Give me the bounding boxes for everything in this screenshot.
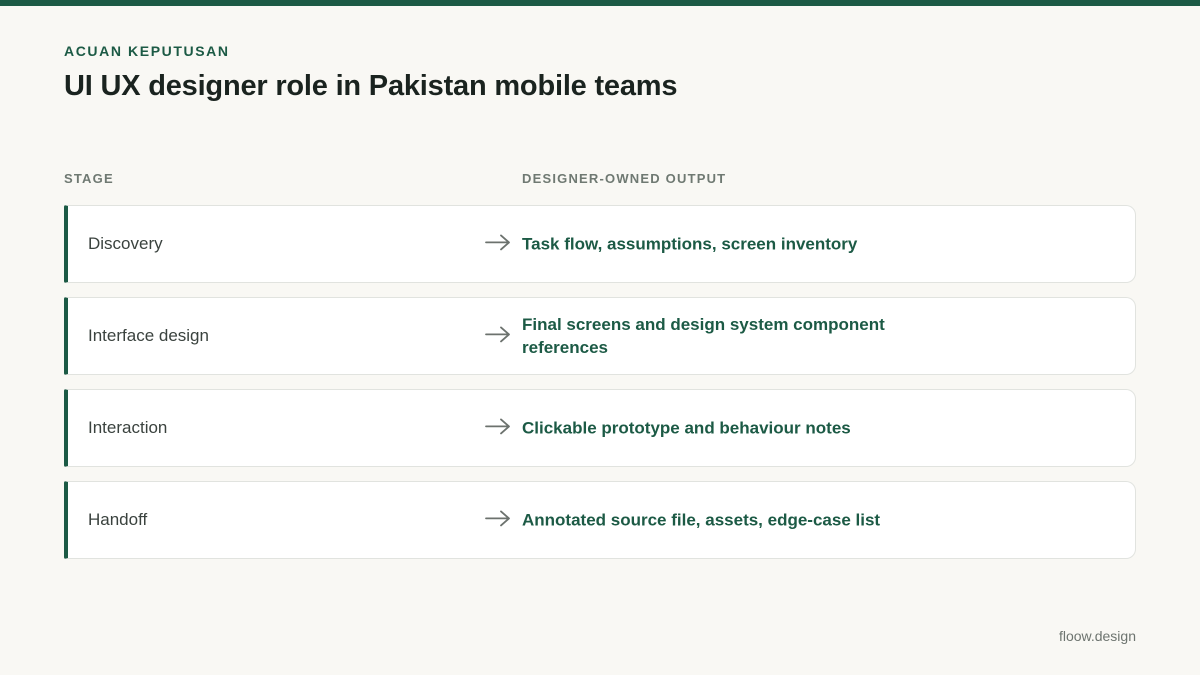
output-text: Annotated source file, assets, edge-case… xyxy=(522,510,881,530)
table-row: Handoff Annotated source file, assets, e… xyxy=(64,481,1136,559)
table-row: Discovery Task flow, assumptions, screen… xyxy=(64,205,1136,283)
output-text: Clickable prototype and behaviour notes xyxy=(522,418,851,438)
stage-table: Discovery Task flow, assumptions, screen… xyxy=(64,205,1136,573)
arrow-right-icon xyxy=(484,324,512,344)
footer-brand: floow.design xyxy=(1058,628,1136,644)
output-text: Final screens and design system componen… xyxy=(522,315,885,357)
page-title: UI UX designer role in Pakistan mobile t… xyxy=(64,70,678,102)
arrow-right-icon xyxy=(484,416,512,436)
stage-label: Interface design xyxy=(88,326,209,345)
arrow-right-icon xyxy=(484,508,512,528)
stage-label: Interaction xyxy=(88,418,168,437)
eyebrow-label: ACUAN KEPUTUSAN xyxy=(64,43,230,59)
table-row: Interface design Final screens and desig… xyxy=(64,297,1136,375)
column-header-output: DESIGNER-OWNED OUTPUT xyxy=(522,171,727,186)
column-header-stage: STAGE xyxy=(64,171,114,186)
top-accent-bar xyxy=(0,0,1200,6)
stage-label: Handoff xyxy=(88,510,148,529)
table-row: Interaction Clickable prototype and beha… xyxy=(64,389,1136,467)
stage-label: Discovery xyxy=(88,234,163,253)
arrow-right-icon xyxy=(484,232,512,252)
output-text: Task flow, assumptions, screen inventory xyxy=(522,234,858,254)
